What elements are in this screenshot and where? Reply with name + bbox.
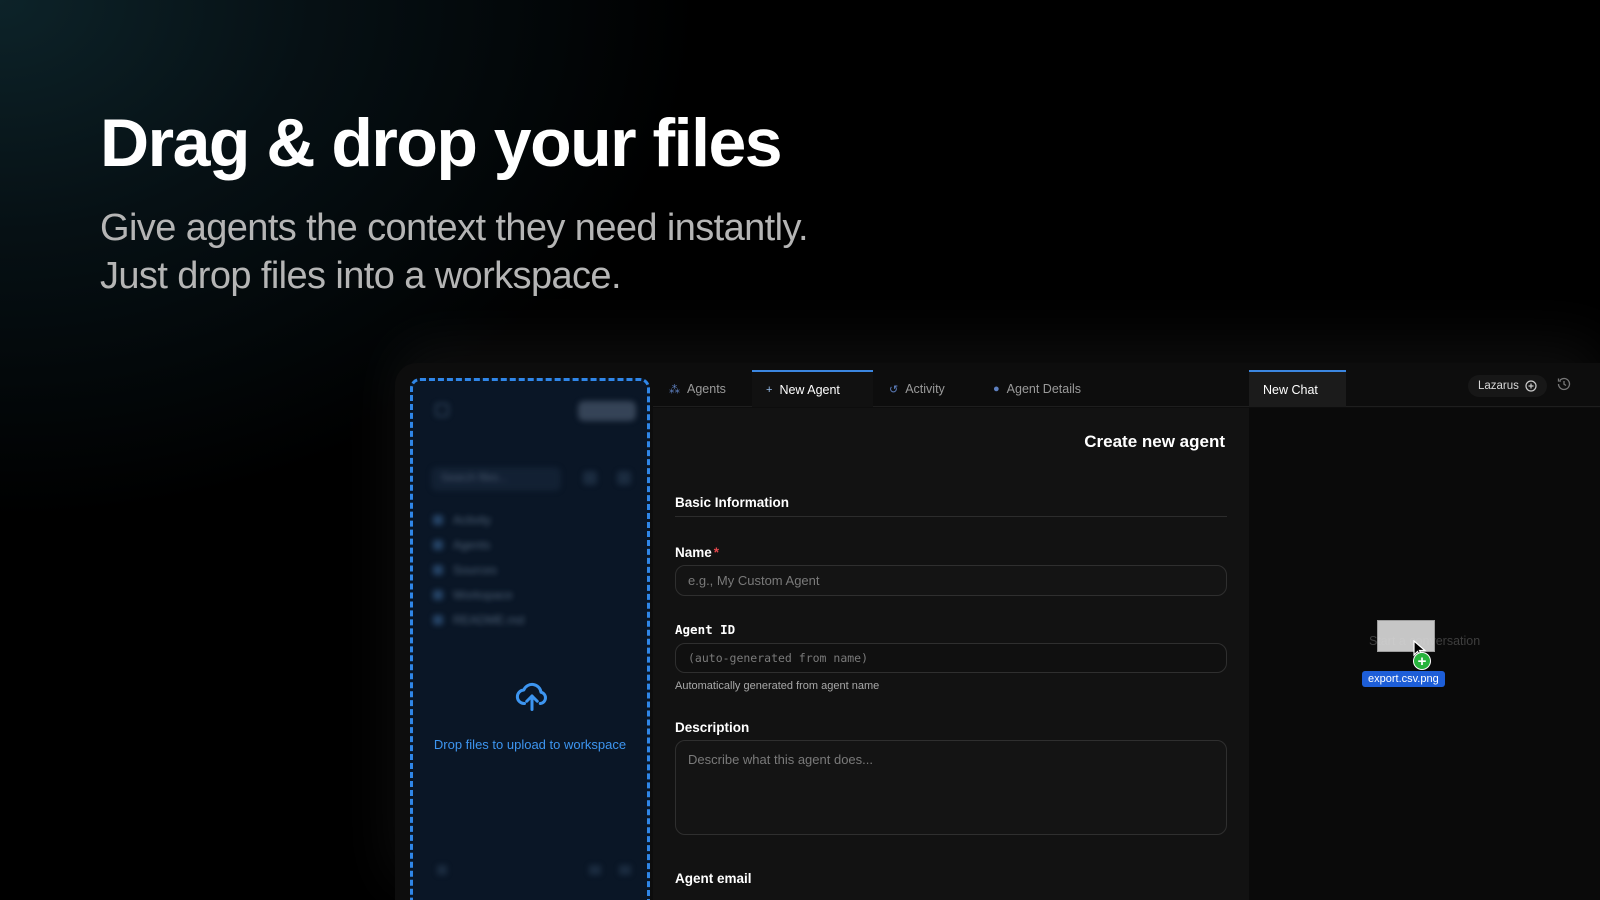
folder-icon bbox=[433, 565, 443, 575]
name-label: Name* bbox=[675, 545, 719, 560]
sidebar-item-label: README.md bbox=[453, 613, 524, 627]
dragged-file-name: export.csv.png bbox=[1362, 671, 1445, 687]
copy-plus-icon: + bbox=[1413, 652, 1431, 670]
description-label: Description bbox=[675, 720, 749, 735]
hero-subtitle-line-1: Give agents the context they need instan… bbox=[100, 204, 808, 252]
hero-subtitle-line-2: Just drop files into a workspace. bbox=[100, 252, 808, 300]
sidebar-item-label: Agents bbox=[453, 538, 490, 552]
user-name: Lazarus bbox=[1478, 380, 1519, 392]
name-label-text: Name bbox=[675, 545, 712, 560]
tab-label: Activity bbox=[905, 382, 945, 396]
create-agent-form: Create new agent Basic Information Name*… bbox=[653, 408, 1249, 900]
sidebar-item-readme[interactable]: README.md bbox=[433, 607, 524, 632]
settings-icon[interactable] bbox=[437, 865, 447, 875]
description-textarea[interactable]: Describe what this agent does... bbox=[675, 740, 1227, 835]
user-menu-button[interactable]: Lazarus bbox=[1468, 375, 1547, 397]
chat-panel[interactable]: Start a conversation + export.csv.png bbox=[1249, 408, 1600, 900]
sidebar-dropzone[interactable]: Search files... Activity Agents Sources … bbox=[410, 378, 650, 900]
agents-icon: ⁂ bbox=[669, 383, 680, 396]
sidebar-item-agents[interactable]: Agents bbox=[433, 532, 524, 557]
tab-activity[interactable]: ↺ Activity bbox=[875, 371, 973, 407]
new-file-icon[interactable] bbox=[583, 471, 597, 485]
agent-email-label: Agent email bbox=[675, 871, 752, 886]
required-marker: * bbox=[714, 545, 719, 560]
terminal-icon[interactable] bbox=[589, 865, 601, 875]
sidebar-toggle-icon[interactable] bbox=[435, 403, 449, 417]
agent-id-hint: Automatically generated from agent name bbox=[675, 680, 879, 692]
drop-zone-label: Drop files to upload to workspace bbox=[413, 737, 647, 752]
tab-agents[interactable]: ⁂ Agents bbox=[655, 371, 747, 407]
plus-circle-icon bbox=[1525, 380, 1537, 392]
file-icon bbox=[433, 615, 443, 625]
folder-icon bbox=[433, 515, 443, 525]
new-folder-icon[interactable] bbox=[617, 471, 631, 485]
sidebar-item-sources[interactable]: Sources bbox=[433, 557, 524, 582]
cloud-upload-icon bbox=[514, 678, 550, 714]
hero-title: Drag & drop your files bbox=[100, 104, 781, 182]
history-icon[interactable] bbox=[1556, 376, 1572, 392]
plus-icon: + bbox=[766, 384, 772, 396]
divider bbox=[675, 516, 1227, 517]
tab-label: Agent Details bbox=[1007, 382, 1081, 396]
folder-icon bbox=[433, 540, 443, 550]
sidebar-item-label: Activity bbox=[453, 513, 491, 527]
tab-label: New Chat bbox=[1263, 383, 1318, 397]
tab-label: New Agent bbox=[779, 383, 839, 397]
tab-new-agent[interactable]: + New Agent bbox=[752, 370, 873, 407]
logo bbox=[578, 401, 636, 421]
tab-label: Agents bbox=[687, 382, 726, 396]
folder-icon bbox=[433, 590, 443, 600]
sidebar-item-workspace[interactable]: Workspace bbox=[433, 582, 524, 607]
app-window: Search files... Activity Agents Sources … bbox=[395, 363, 1600, 900]
name-input[interactable]: e.g., My Custom Agent bbox=[675, 565, 1227, 596]
tab-agent-details[interactable]: ● Agent Details bbox=[979, 371, 1101, 407]
collapse-icon[interactable] bbox=[619, 865, 631, 875]
sidebar-file-list: Activity Agents Sources Workspace README… bbox=[433, 507, 524, 632]
section-title: Basic Information bbox=[675, 495, 789, 510]
agent-id-input[interactable]: (auto-generated from name) bbox=[675, 643, 1227, 673]
tab-new-chat[interactable]: New Chat bbox=[1249, 370, 1346, 407]
agent-id-label: Agent ID bbox=[675, 622, 735, 637]
hero-subtitle: Give agents the context they need instan… bbox=[100, 204, 808, 300]
tab-bar: ⁂ Agents + New Agent ↺ Activity ● Agent … bbox=[653, 363, 1600, 407]
sidebar-item-label: Workspace bbox=[453, 588, 513, 602]
sidebar-search-input[interactable]: Search files... bbox=[431, 467, 561, 491]
sidebar-item-label: Sources bbox=[453, 563, 497, 577]
sidebar-item-activity[interactable]: Activity bbox=[433, 507, 524, 532]
user-icon: ● bbox=[993, 383, 1000, 395]
history-icon: ↺ bbox=[889, 383, 898, 396]
form-title: Create new agent bbox=[1084, 432, 1225, 452]
